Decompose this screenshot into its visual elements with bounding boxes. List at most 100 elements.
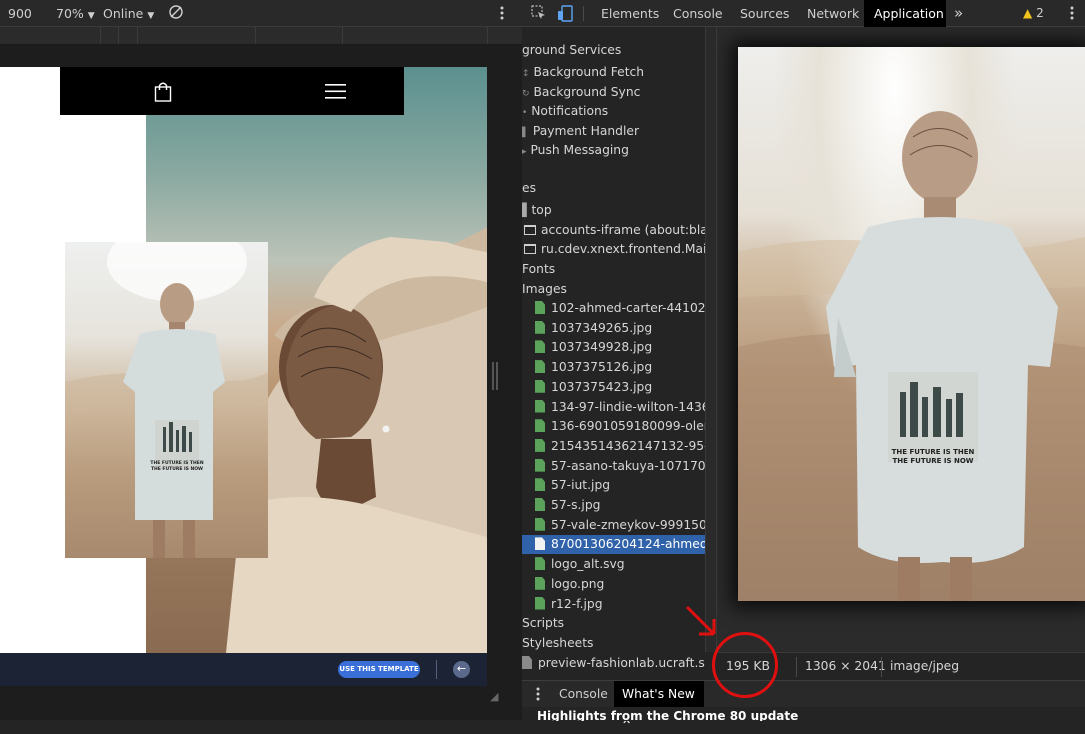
more-tabs-icon[interactable]: » bbox=[954, 4, 963, 22]
tree-folder-images[interactable]: Images bbox=[522, 280, 567, 299]
tab-elements[interactable]: Elements bbox=[591, 0, 669, 27]
image-file-name: 1037375126.jpg bbox=[551, 360, 653, 375]
viewport-resize-handle[interactable] bbox=[492, 362, 498, 390]
image-file-name: 136-6901059180099-olena-s bbox=[551, 419, 705, 434]
zoom-select[interactable]: 70% ▼ bbox=[56, 6, 95, 21]
file-icon bbox=[522, 656, 532, 669]
tree-item-payment-handler[interactable]: ▌ Payment Handler bbox=[522, 122, 639, 141]
tree-item-push-messaging[interactable]: ▸ Push Messaging bbox=[522, 141, 629, 160]
application-sidebar-tree: ground Services ↕ Background Fetch ↻ Bac… bbox=[522, 38, 705, 678]
network-throttle-select[interactable]: Online ▼ bbox=[103, 6, 154, 21]
tree-item-top-frame[interactable]: ▌top bbox=[522, 201, 552, 220]
drawer-content: Highlights from the Chrome 80 update bbox=[522, 707, 1085, 721]
shopping-bag-icon[interactable] bbox=[154, 81, 172, 105]
drawer-tab-console[interactable]: Console bbox=[551, 681, 616, 707]
preview-image: THE FUTURE IS THEN THE FUTURE IS NOW bbox=[738, 47, 1085, 601]
tree-item-image[interactable]: 57-iut.jpg bbox=[522, 476, 610, 495]
section-frames[interactable]: es bbox=[522, 179, 536, 198]
section-background-services[interactable]: ground Services bbox=[522, 41, 621, 60]
tree-item-main-frame[interactable]: ru.cdev.xnext.frontend.Main (pr bbox=[524, 240, 705, 259]
fetch-icon: ↕ bbox=[522, 69, 530, 79]
chevron-down-icon: ▼ bbox=[147, 11, 155, 21]
tree-folder-fonts[interactable]: Fonts bbox=[522, 260, 555, 279]
tree-item-image[interactable]: 102-ahmed-carter-441024-un bbox=[522, 299, 705, 318]
image-file-name: 87001306204124-ahmed-car bbox=[551, 537, 705, 552]
image-file-icon bbox=[535, 596, 545, 610]
image-file-icon bbox=[535, 458, 545, 472]
tab-sources[interactable]: Sources bbox=[730, 0, 799, 27]
drawer-tab-whats-new[interactable]: What's New ✕ bbox=[614, 681, 704, 727]
inspect-element-icon[interactable] bbox=[531, 5, 547, 24]
devtools-drawer: Console What's New ✕ Highlights from the… bbox=[522, 680, 1085, 727]
tree-item-image[interactable]: 1037349265.jpg bbox=[522, 319, 652, 338]
tree-item-image[interactable]: 136-6901059180099-olena-s bbox=[522, 417, 705, 436]
sidebar-splitter[interactable] bbox=[705, 27, 717, 652]
corner-resize-icon[interactable]: ◢ bbox=[490, 690, 498, 703]
rotate-icon[interactable] bbox=[168, 4, 184, 23]
tree-item-image[interactable]: 57-s.jpg bbox=[522, 496, 600, 515]
tree-item-image[interactable]: 87001306204124-ahmed-car bbox=[522, 535, 705, 555]
use-template-button[interactable]: USE THIS TEMPLATE bbox=[338, 661, 420, 678]
image-file-name: 57-s.jpg bbox=[551, 498, 601, 512]
device-toolbar: 900 70% ▼ Online ▼ bbox=[0, 0, 522, 27]
tree-item-image[interactable]: 134-97-lindie-wilton-1436683 bbox=[522, 398, 705, 417]
tree-item-background-sync[interactable]: ↻ Background Sync bbox=[522, 83, 640, 102]
image-file-icon bbox=[535, 498, 545, 511]
devtools-menu-icon[interactable] bbox=[1070, 5, 1074, 24]
image-file-name: 102-ahmed-carter-441024-un bbox=[551, 301, 705, 315]
devtools-tab-bar: Elements Console Sources Network Applica… bbox=[522, 0, 1085, 27]
warning-icon: ▲ bbox=[1023, 6, 1033, 20]
tab-network[interactable]: Network bbox=[797, 0, 869, 27]
tree-item-image[interactable]: logo.png bbox=[522, 575, 604, 594]
image-file-name: logo.png bbox=[551, 576, 605, 591]
network-value: Online bbox=[103, 6, 144, 21]
tree-folder-stylesheets[interactable]: Stylesheets bbox=[522, 634, 593, 653]
hamburger-menu-icon[interactable] bbox=[325, 83, 346, 103]
warnings-indicator[interactable]: ▲ 2 bbox=[1023, 6, 1044, 20]
warning-count: 2 bbox=[1036, 6, 1044, 20]
tree-item-image[interactable]: 1037349928.jpg bbox=[522, 338, 652, 357]
media-query-ruler[interactable] bbox=[0, 27, 522, 45]
device-toggle-icon[interactable] bbox=[557, 5, 573, 25]
tree-item-notifications[interactable]: • Notifications bbox=[522, 102, 608, 121]
tab-console[interactable]: Console bbox=[663, 0, 733, 27]
image-preview-pane: THE FUTURE IS THEN THE FUTURE IS NOW bbox=[717, 27, 1085, 652]
device-emulation-pane: 900 70% ▼ Online ▼ THE FUTURE IS THEN TH… bbox=[0, 0, 522, 720]
image-file-name: 57-asano-takuya-1071703-ur bbox=[551, 458, 705, 473]
tshirt-text-line1: THE FUTURE IS THEN bbox=[150, 460, 203, 466]
site-header bbox=[60, 67, 404, 115]
tree-item-image[interactable]: 21543514362147132-95-and bbox=[522, 437, 705, 456]
tree-item-stylesheet[interactable]: preview-fashionlab.ucraft.site/ bbox=[522, 654, 705, 673]
tree-item-image[interactable]: 1037375423.jpg bbox=[522, 378, 652, 397]
tree-item-accounts-iframe[interactable]: accounts-iframe (about:blank) bbox=[524, 221, 705, 240]
back-arrow-icon[interactable]: ← bbox=[453, 661, 470, 678]
image-file-icon bbox=[535, 379, 545, 393]
image-file-name: 134-97-lindie-wilton-1436683 bbox=[551, 399, 705, 414]
drawer-menu-icon[interactable] bbox=[536, 686, 540, 705]
tshirt-text-line2: THE FUTURE IS NOW bbox=[151, 466, 203, 472]
notification-icon: • bbox=[522, 108, 528, 118]
image-file-name: 57-vale-zmeykov-999150-uns bbox=[551, 517, 705, 532]
tree-item-image[interactable]: 57-asano-takuya-1071703-ur bbox=[522, 457, 705, 476]
tree-item-image[interactable]: logo_alt.svg bbox=[522, 555, 625, 574]
devtools-panel: Elements Console Sources Network Applica… bbox=[522, 0, 1085, 727]
image-file-icon bbox=[535, 419, 545, 433]
image-dimensions: 1306 × 2041 bbox=[805, 659, 886, 673]
image-file-name: 1037349265.jpg bbox=[551, 320, 653, 335]
tab-application[interactable]: Application bbox=[864, 0, 946, 27]
viewport-width-input[interactable]: 900 bbox=[8, 6, 32, 21]
more-options-icon[interactable] bbox=[500, 5, 504, 24]
image-file-name: 21543514362147132-95-and bbox=[551, 438, 705, 453]
whats-new-headline: Highlights from the Chrome 80 update bbox=[537, 709, 799, 721]
chevron-down-icon: ▼ bbox=[87, 11, 95, 21]
image-file-name: 1037349928.jpg bbox=[551, 340, 653, 355]
image-file-icon bbox=[535, 399, 545, 413]
tree-item-image[interactable]: r12-f.jpg bbox=[522, 595, 603, 614]
tree-item-image[interactable]: 1037375126.jpg bbox=[522, 358, 652, 377]
tree-item-background-fetch[interactable]: ↕ Background Fetch bbox=[522, 63, 644, 82]
tree-folder-scripts[interactable]: Scripts bbox=[522, 614, 564, 633]
image-file-name: r12-f.jpg bbox=[551, 596, 603, 611]
zoom-value: 70% bbox=[56, 6, 84, 21]
annotation-circle bbox=[712, 632, 778, 698]
tree-item-image[interactable]: 57-vale-zmeykov-999150-uns bbox=[522, 516, 705, 535]
